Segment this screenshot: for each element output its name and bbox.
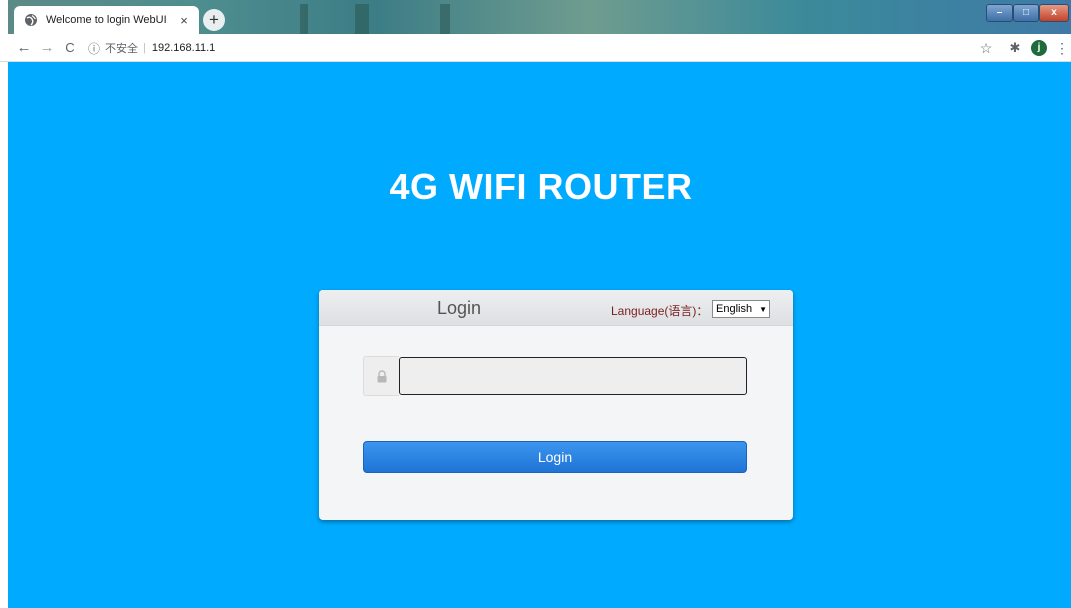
new-tab-button[interactable]: + xyxy=(203,9,225,31)
wallpaper-decoration xyxy=(300,4,308,34)
language-select-value: English xyxy=(716,303,753,315)
login-header-title: Login xyxy=(436,298,482,318)
lock-icon xyxy=(363,356,399,396)
minimize-button[interactable]: – xyxy=(986,4,1013,22)
wallpaper-decoration xyxy=(355,4,369,34)
wallpaper-decoration xyxy=(440,4,450,34)
page-title: 4G WIFI ROUTER xyxy=(389,166,693,207)
close-icon: x xyxy=(1051,7,1057,18)
login-header: Login Language(语言)： English ▼ xyxy=(319,290,793,326)
maximize-button[interactable]: □ xyxy=(1013,4,1039,22)
info-icon[interactable]: ⓘ xyxy=(88,40,100,57)
back-arrow-icon[interactable]: ← xyxy=(14,38,34,58)
profile-avatar[interactable]: j xyxy=(1031,40,1047,56)
reload-icon[interactable]: C xyxy=(60,38,80,58)
chevron-down-icon: ▼ xyxy=(759,304,767,314)
minimize-icon: – xyxy=(996,7,1003,18)
forward-arrow-icon[interactable]: → xyxy=(37,38,57,58)
browser-tab[interactable]: Welcome to login WebUI × xyxy=(14,6,199,34)
maximize-icon: □ xyxy=(1022,7,1030,18)
login-button[interactable]: Login xyxy=(363,441,747,473)
security-status: 不安全 xyxy=(105,43,139,55)
tab-title: Welcome to login WebUI xyxy=(46,14,167,26)
url-text[interactable]: 192.168.11.1 xyxy=(152,42,215,54)
language-label: Language(语言)： xyxy=(611,304,709,318)
browser-toolbar: ← → C ⓘ 不安全 | 192.168.11.1 ☆ ✱ j ⋮ xyxy=(0,34,1071,62)
extensions-icon[interactable]: ✱ xyxy=(1006,39,1024,57)
globe-icon xyxy=(25,14,37,26)
address-bar[interactable]: ⓘ 不安全 | 192.168.11.1 xyxy=(88,37,968,59)
tab-close-icon[interactable]: × xyxy=(177,13,191,28)
language-select[interactable]: English ▼ xyxy=(712,300,770,318)
login-panel: Login Language(语言)： English ▼ Login xyxy=(319,290,793,520)
bookmark-star-icon[interactable]: ☆ xyxy=(977,39,995,57)
page-body: 4G WIFI ROUTER Login Language(语言)： Engli… xyxy=(8,62,1071,608)
window-titlebar: Welcome to login WebUI × + – □ x xyxy=(0,0,1071,34)
password-row xyxy=(363,356,747,396)
address-separator: | xyxy=(143,42,146,54)
close-window-button[interactable]: x xyxy=(1039,4,1069,22)
menu-icon[interactable]: ⋮ xyxy=(1053,39,1071,57)
window-left-edge xyxy=(0,0,8,34)
password-input[interactable] xyxy=(399,357,747,395)
